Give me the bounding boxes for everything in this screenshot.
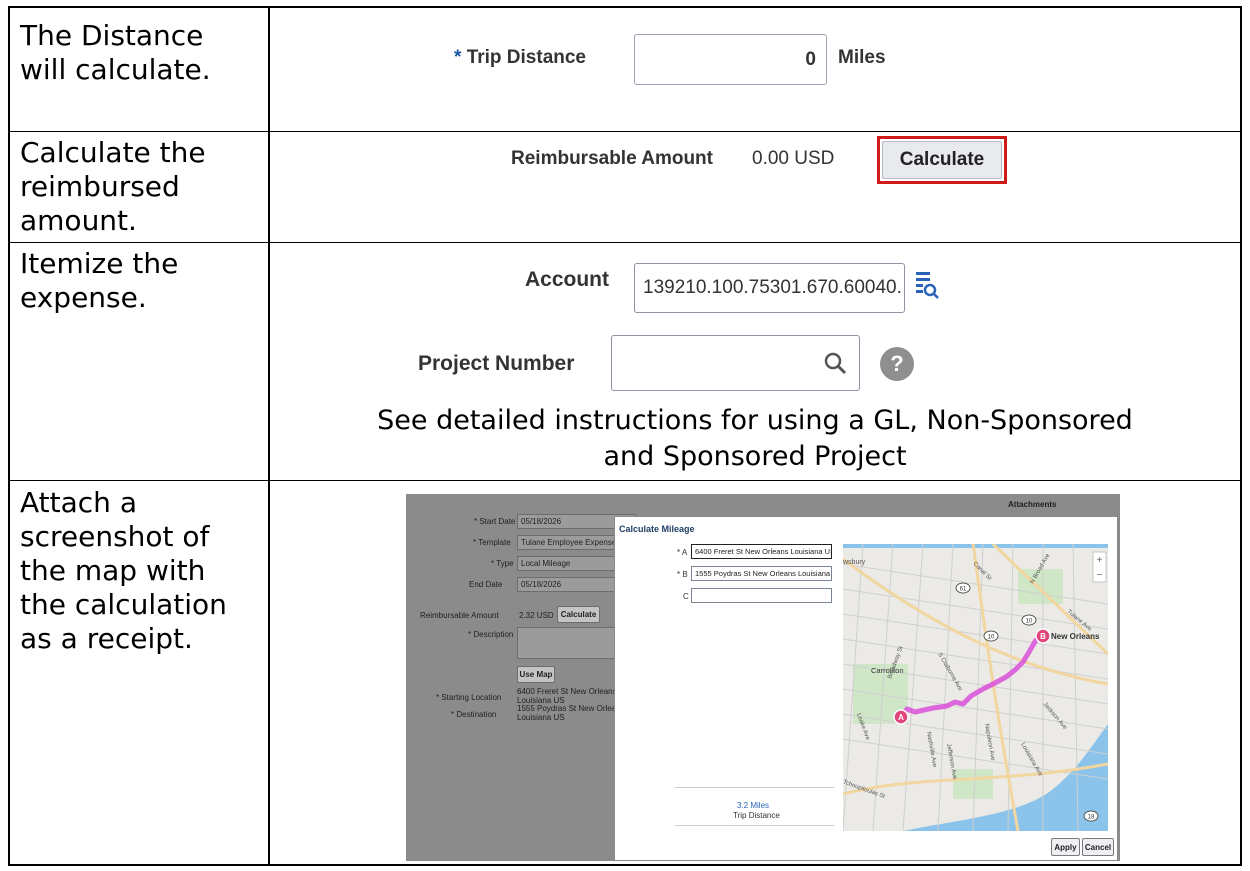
calculate-mileage-dialog: Calculate Mileage * A 6400 Freret St New…	[614, 516, 1118, 861]
marker-b-label: B	[1040, 632, 1046, 641]
search-icon[interactable]	[823, 351, 847, 375]
reimb-label: Reimbursable Amount	[420, 611, 499, 620]
svg-text:18: 18	[1088, 815, 1095, 821]
instruction-step-1: The Distance will calculate.	[20, 19, 211, 86]
highway-shield: 61	[955, 582, 971, 594]
highway-shield: 18	[1083, 810, 1099, 822]
svg-text:61: 61	[960, 587, 967, 593]
start-date-label: * Start Date	[474, 517, 516, 526]
trip-distance-value: 0	[805, 49, 816, 70]
dialog-title: Calculate Mileage	[619, 524, 695, 534]
account-lookup-icon[interactable]	[914, 270, 940, 300]
svg-text:+: +	[1097, 555, 1103, 566]
account-value: 139210.100.75301.670.60040.0000.Gl	[643, 277, 902, 298]
marker-b[interactable]: B	[1035, 628, 1051, 644]
trip-distance-label-group: * Trip Distance	[454, 47, 586, 69]
project-number-label: Project Number	[418, 352, 575, 375]
destination-value: 1555 Poydras St New Orleans Louisiana US	[517, 704, 625, 722]
row-divider	[10, 480, 1240, 481]
point-c-input[interactable]	[691, 588, 832, 603]
account-label: Account	[525, 268, 609, 291]
svg-text:−: −	[1097, 570, 1103, 581]
marker-a[interactable]: A	[893, 709, 909, 725]
map-label: New Orleans	[1051, 632, 1100, 641]
template-label: * Template	[473, 538, 511, 547]
point-a-input[interactable]: 6400 Freret St New Orleans Louisiana US	[691, 544, 832, 559]
trip-distance-result: 3.2 Miles	[737, 801, 770, 810]
svg-text:10: 10	[1026, 619, 1033, 625]
type-label: * Type	[491, 559, 514, 568]
account-input[interactable]: 139210.100.75301.670.60040.0000.Gl	[634, 263, 905, 313]
point-c-label: C	[683, 592, 689, 601]
use-map-button[interactable]: Use Map	[517, 666, 555, 683]
reimb-value: 2.32 USD	[519, 611, 554, 620]
map-label: Carrollton	[871, 666, 904, 675]
point-b-input[interactable]: 1555 Poydras St New Orleans Louisiana US	[691, 566, 832, 581]
row-divider	[10, 242, 1240, 243]
map-water	[843, 544, 1108, 548]
starting-location-label: * Starting Location	[436, 693, 502, 702]
cancel-button[interactable]: Cancel	[1082, 838, 1114, 856]
trip-distance-label: Trip Distance	[466, 47, 587, 68]
highway-shield: 10	[1021, 614, 1037, 626]
calculate-button[interactable]: Calculate	[877, 136, 1007, 184]
description-label: * Description	[468, 630, 514, 639]
reimbursable-amount-label: Reimbursable Amount	[511, 148, 713, 169]
divider	[675, 825, 834, 826]
project-number-input[interactable]	[611, 335, 860, 391]
calculate-button-label: Calculate	[882, 141, 1002, 179]
instruction-step-4: Attach a screenshot of the map with the …	[20, 486, 227, 655]
help-symbol: ?	[890, 351, 904, 376]
trip-distance-result-label: Trip Distance	[733, 811, 780, 820]
trip-distance-input[interactable]: 0	[634, 34, 827, 85]
instructions-note: See detailed instructions for using a GL…	[377, 405, 1133, 472]
highway-shield: 10	[983, 630, 999, 642]
instruction-step-3: Itemize the expense.	[20, 247, 179, 314]
required-marker: *	[454, 47, 462, 68]
attachments-label: Attachments	[1008, 500, 1057, 509]
route-map[interactable]: A B 61 10 10 18 wsbury New Orleans Carro…	[843, 544, 1108, 831]
help-icon[interactable]: ?	[880, 347, 914, 381]
trip-distance-unit: Miles	[838, 47, 886, 68]
instruction-step-2: Calculate the reimbursed amount.	[20, 136, 206, 237]
row-divider	[10, 131, 1240, 132]
map-zoom-controls[interactable]: + −	[1092, 551, 1107, 583]
end-date-label: End Date	[469, 580, 503, 589]
starting-location-value: 6400 Freret St New Orleans Louisiana US	[517, 687, 617, 705]
map-park	[953, 769, 993, 799]
calculate-button-small[interactable]: Calculate	[557, 606, 600, 623]
map-label: wsbury	[843, 559, 866, 566]
destination-label: * Destination	[451, 710, 497, 719]
point-b-label: * B	[677, 570, 688, 579]
apply-button[interactable]: Apply	[1051, 838, 1080, 856]
receipt-screenshot: * Start Date 05/18/2026 * Template Tulan…	[406, 494, 1120, 861]
point-a-label: * A	[677, 548, 688, 557]
reimbursable-amount-value: 0.00 USD	[752, 148, 835, 169]
divider	[675, 787, 834, 788]
marker-a-label: A	[898, 713, 904, 722]
svg-text:10: 10	[988, 635, 995, 641]
